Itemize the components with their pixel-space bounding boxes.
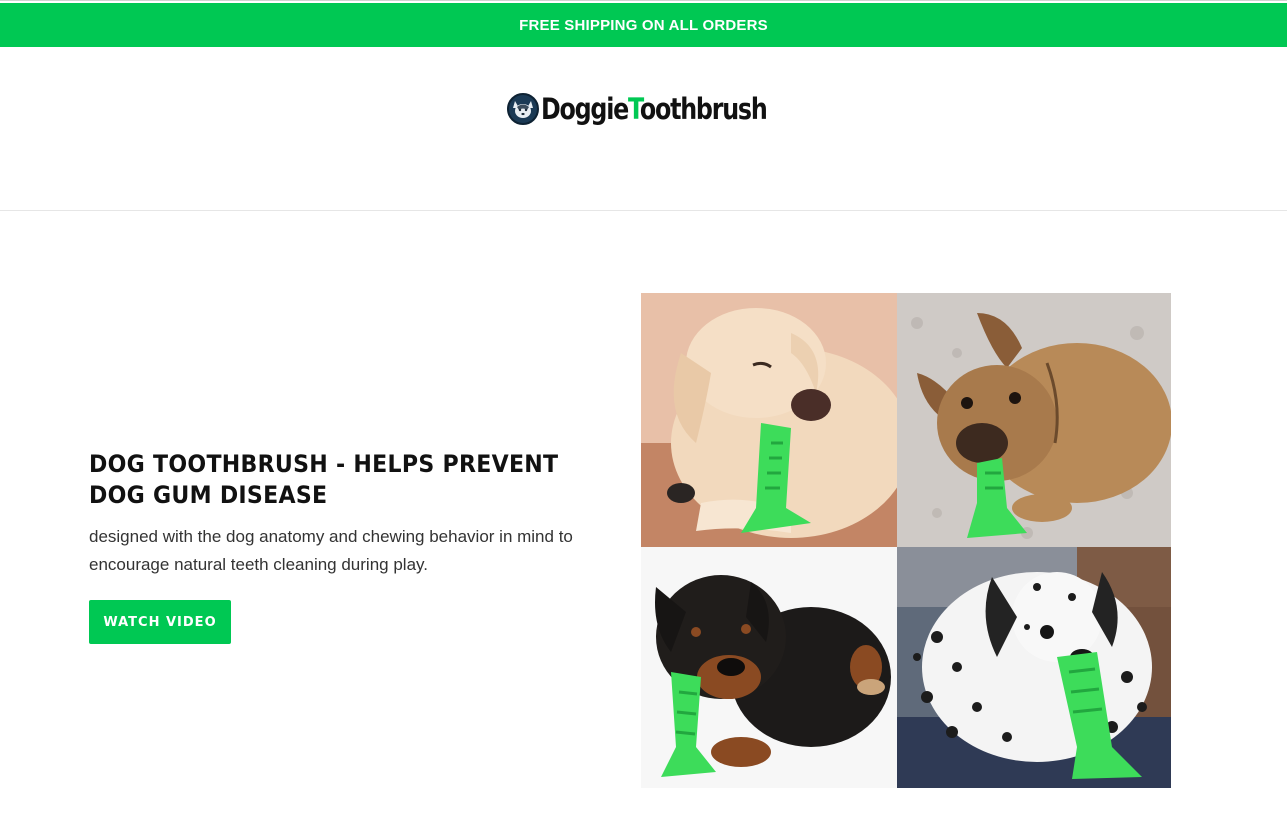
logo-wordmark: DoggieToothbrush (541, 92, 768, 126)
hero-title: DOG TOOTHBRUSH - HELPS PREVENT DOG GUM D… (89, 450, 559, 509)
logo-text-accent: T (628, 92, 641, 126)
husky-icon (507, 93, 539, 125)
labrador-photo (641, 293, 897, 547)
hero-copy: DOG TOOTHBRUSH - HELPS PREVENT DOG GUM D… (89, 449, 609, 644)
hero-subtitle: designed with the dog anatomy and chewin… (89, 527, 573, 574)
site-logo[interactable]: DoggieToothbrush (507, 92, 816, 126)
rottweiler-photo (641, 547, 897, 788)
announcement-bar: FREE SHIPPING ON ALL ORDERS (0, 3, 1287, 47)
french-bulldog-photo (897, 293, 1171, 547)
hero-section: DOG TOOTHBRUSH - HELPS PREVENT DOG GUM D… (0, 211, 1287, 828)
dalmatian-photo (897, 547, 1171, 788)
site-header: DoggieToothbrush (0, 47, 1287, 211)
announcement-text: FREE SHIPPING ON ALL ORDERS (519, 16, 768, 34)
logo-text-part1: Doggie (541, 92, 629, 126)
logo-text-part2: oothbrush (639, 92, 768, 126)
product-collage (641, 293, 1171, 788)
watch-video-button[interactable]: WATCH VIDEO (89, 600, 231, 644)
